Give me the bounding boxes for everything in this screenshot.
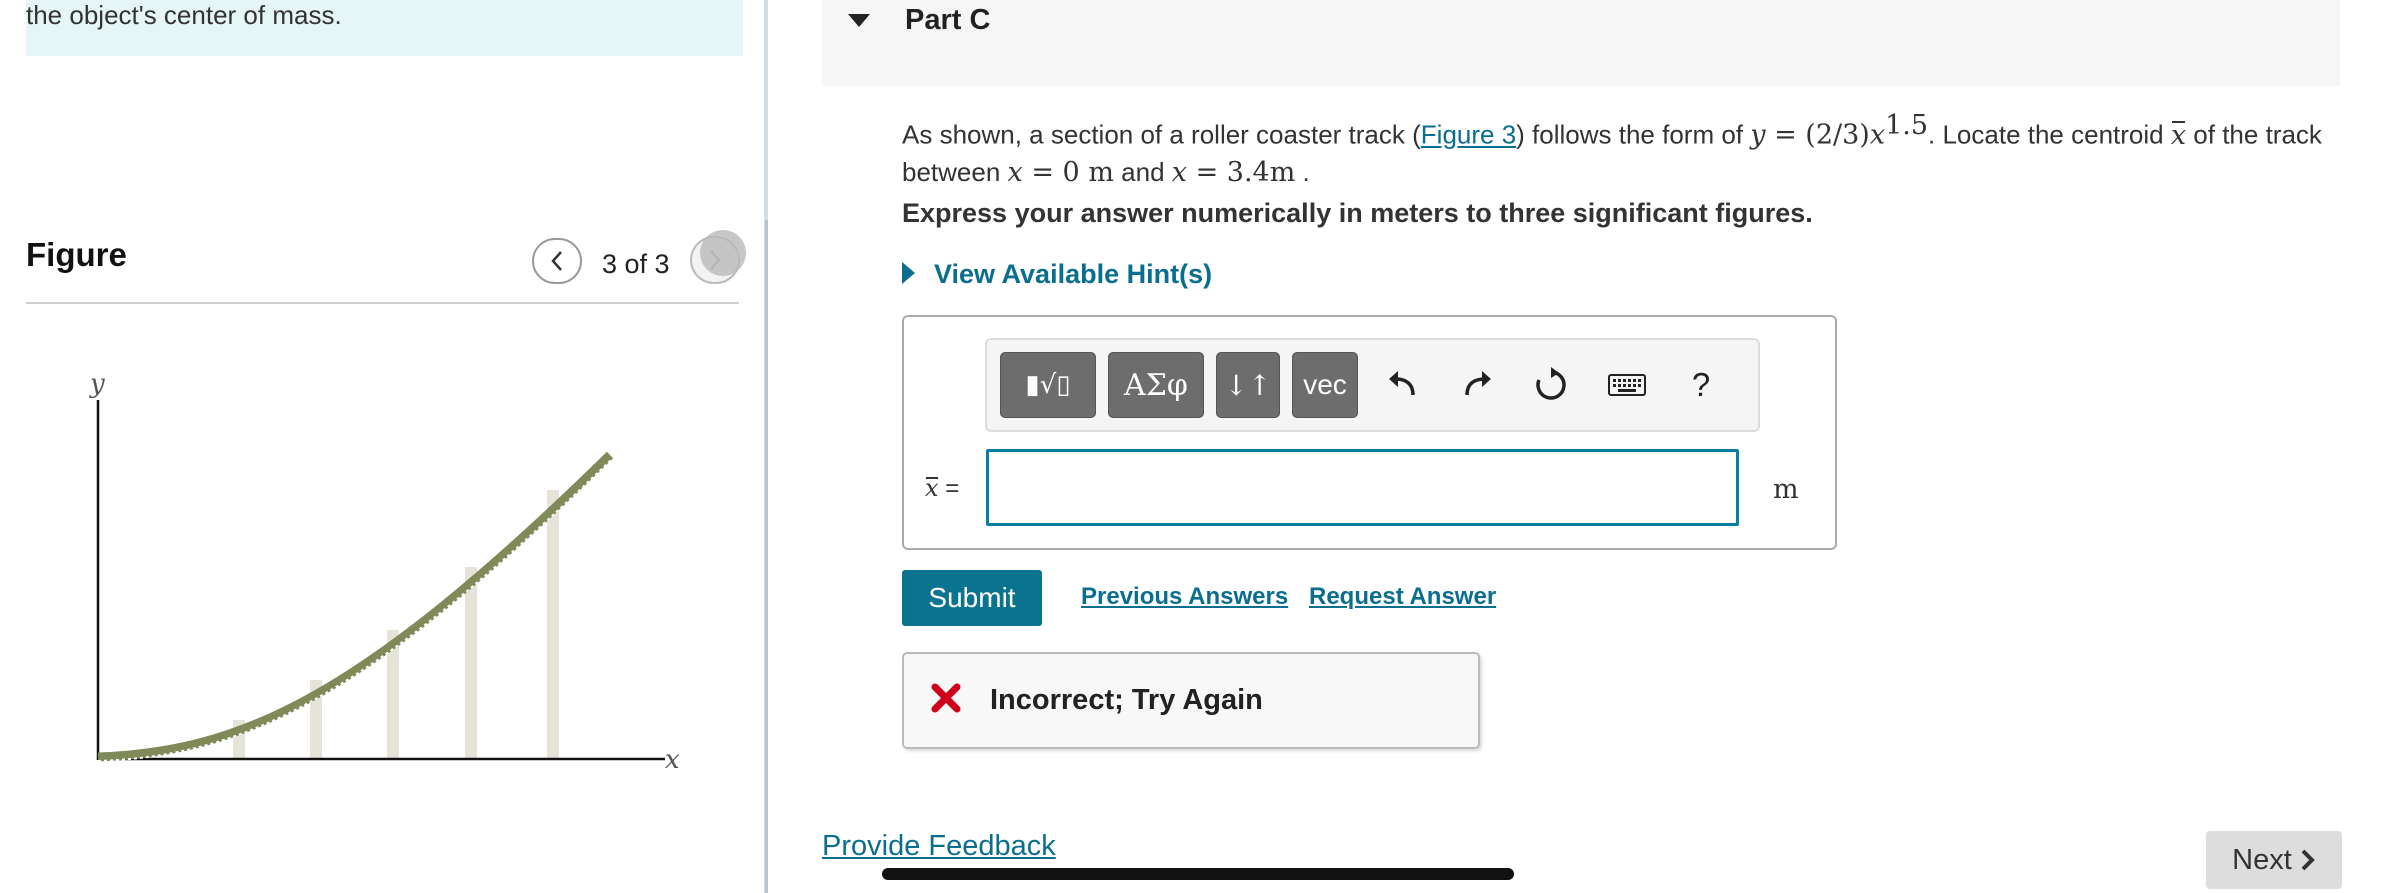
horizontal-scrollbar[interactable] [882,868,1514,880]
redo-icon[interactable] [1452,360,1502,410]
answer-input[interactable] [986,449,1739,526]
roller-coaster-figure: y x [89,369,680,775]
support-post [465,567,477,760]
reset-icon[interactable] [1526,360,1576,410]
x-end-var: x [1171,156,1187,188]
centroid-symbol: x [2171,118,2186,154]
question-prefix: As shown, a section of a roller coaster … [902,119,1421,150]
x-axis-label: x [665,745,680,775]
hint-expand-icon[interactable] [902,262,915,284]
figure-counter: 3 of 3 [602,249,670,279]
feedback-text: Incorrect; Try Again [990,684,1263,716]
question-text: As shown, a section of a roller coaster … [902,108,2332,191]
instruction-text: Express your answer numerically in meter… [902,198,1813,228]
collapse-caret-icon[interactable] [848,14,870,27]
y-axis-label: y [89,369,105,399]
keyboard-icon[interactable] [1602,360,1652,410]
part-header[interactable] [822,0,2340,86]
undo-icon[interactable] [1378,360,1428,410]
answer-label: x = [925,474,959,503]
templates-button[interactable]: ▮√▯ [1000,352,1096,418]
track-curve [97,451,614,762]
question-and: and [1113,156,1172,187]
next-button[interactable]: Next [2206,831,2342,889]
figure-prev-button[interactable] [532,238,582,284]
question-end: . [1295,156,1310,187]
help-button[interactable]: ? [1676,360,1726,410]
figure-link[interactable]: Figure 3 [1421,120,1516,150]
chevron-right-icon [2301,849,2315,871]
chevron-left-icon [551,251,562,271]
question-mid2: . Locate the centroid [1928,119,2171,150]
question-between: between [902,156,1008,187]
answer-label-eq: = [938,475,960,502]
answer-unit: m [1773,474,1799,505]
x-start-var: x [1007,156,1023,188]
incorrect-x-icon [931,683,961,713]
next-label: Next [2232,843,2292,876]
previous-answers-link[interactable]: Previous Answers [1081,583,1288,611]
view-hints-link[interactable]: View Available Hint(s) [934,259,1212,290]
touch-indicator [700,230,746,276]
question-mid3: of the track [2186,119,2322,150]
note-text: the object's center of mass. [26,0,342,30]
figure-title: Figure [26,236,127,273]
submit-button[interactable]: Submit [902,570,1042,626]
track-rail [97,458,613,762]
figure-divider [26,302,739,304]
subscript-superscript-button[interactable]: ↓↑ [1216,352,1280,418]
equation-exponent: 1.5 [1885,110,1929,141]
provide-feedback-link[interactable]: Provide Feedback [822,830,1056,863]
panel-resize-handle[interactable] [765,220,768,893]
left-panel: the object's center of mass. Figure 3 of… [0,0,765,893]
equation-lhs: y [1750,119,1766,151]
vector-button[interactable]: vec [1292,352,1358,418]
request-answer-link[interactable]: Request Answer [1309,583,1496,611]
question-mid: ) follows the form of [1516,119,1751,150]
x-start-value: = 0 m [1022,156,1114,188]
answer-label-var: x [925,474,939,502]
equation-var: x [1869,119,1886,151]
support-post [547,490,559,760]
x-end-value: = 3.4m [1186,156,1296,188]
part-title: Part C [905,4,991,36]
equation-rhs: = (2/3) [1765,119,1870,151]
greek-symbols-button[interactable]: ΑΣφ [1108,352,1204,418]
